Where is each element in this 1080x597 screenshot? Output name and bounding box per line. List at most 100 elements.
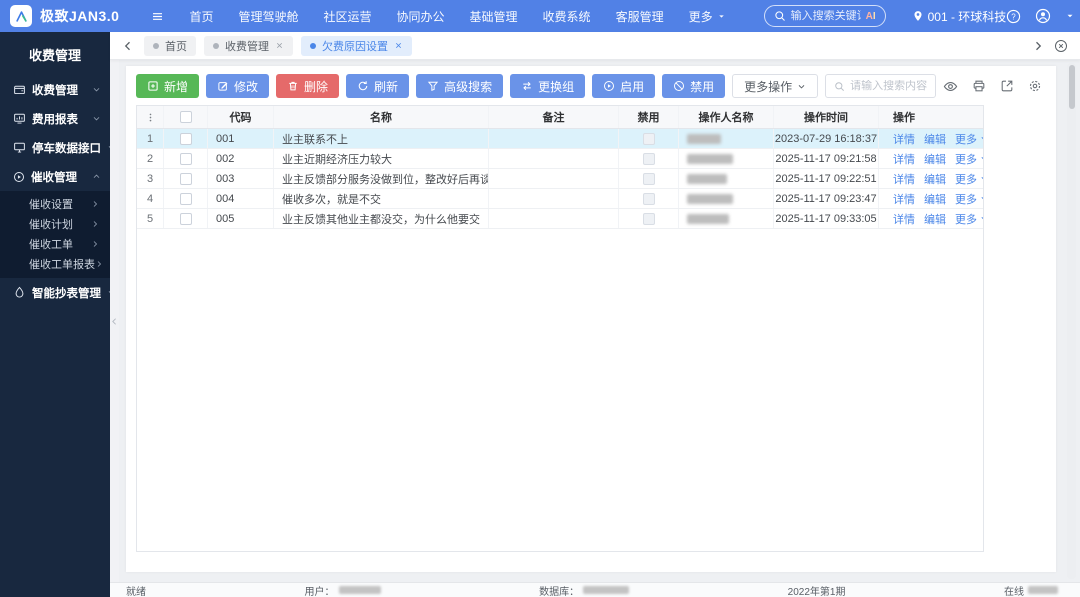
新增-button[interactable]: 新增 [136, 74, 199, 98]
scrollbar-thumb[interactable] [1069, 65, 1075, 109]
user-avatar-icon[interactable] [1035, 8, 1051, 24]
header-cell-action: 操作 [879, 106, 984, 128]
cell-name: 业主反馈部分服务没做到位，整改好后再谈物业费 [274, 169, 489, 188]
app-logo[interactable]: 极致JAN3.0 [10, 5, 119, 27]
sidebar-item[interactable]: 智能抄表管理 [0, 278, 110, 307]
cell-operator [679, 189, 774, 208]
table-row[interactable]: 4004催收多次，就是不交2025-11-17 09:23:47详情编辑更多 [137, 189, 983, 209]
tab-收费管理[interactable]: 收费管理 [204, 36, 293, 56]
row-checkbox[interactable] [180, 213, 192, 225]
启用-button[interactable]: 启用 [592, 74, 655, 98]
eye-icon[interactable] [943, 79, 958, 94]
tabs-scroll-right-button[interactable] [1032, 40, 1044, 52]
recent-menus-icon[interactable] [151, 10, 164, 23]
修改-button[interactable]: 修改 [206, 74, 269, 98]
sidebar-item[interactable]: 催收管理 [0, 162, 110, 191]
tab-close-icon[interactable] [275, 41, 284, 50]
table-search-input[interactable] [850, 80, 927, 92]
禁用-button[interactable]: 禁用 [662, 74, 725, 98]
topbar-menu-item[interactable]: 社区运营 [324, 8, 372, 25]
topbar-menu-item[interactable]: 客服管理 [616, 8, 664, 25]
sidebar-subitem[interactable]: 催收工单 [0, 234, 110, 254]
cell-handle: 4 [137, 189, 164, 208]
edit-link[interactable]: 编辑 [924, 151, 946, 167]
user-menu-caret-icon[interactable] [1065, 11, 1075, 21]
刷新-button[interactable]: 刷新 [346, 74, 409, 98]
sidebar-collapse-handle[interactable] [110, 60, 119, 582]
table-row[interactable]: 1001业主联系不上2023-07-29 16:18:37详情编辑更多 [137, 129, 983, 149]
detail-link[interactable]: 详情 [893, 191, 915, 207]
app-logo-icon [10, 5, 32, 27]
page-panel: 新增修改删除刷新高级搜索更换组启用禁用 更多操作 代码名称备注禁用操作人名称操作… [126, 66, 1056, 572]
table-row[interactable]: 2002业主近期经济压力较大2025-11-17 09:21:58详情编辑更多 [137, 149, 983, 169]
printer-icon[interactable] [972, 79, 986, 94]
sidebar-item[interactable]: 收费管理 [0, 75, 110, 104]
table-row[interactable]: 3003业主反馈部分服务没做到位，整改好后再谈物业费2025-11-17 09:… [137, 169, 983, 189]
topbar-menu-item[interactable]: 协同办公 [397, 8, 445, 25]
status-bar: 就绪 用户： 数据库： 2022年第1期 在线 [110, 582, 1080, 597]
more-link[interactable]: 更多 [955, 151, 984, 167]
column-settings-icon[interactable] [145, 112, 156, 123]
global-search[interactable]: AI [764, 5, 886, 27]
tab-首页[interactable]: 首页 [144, 36, 196, 56]
more-actions-button[interactable]: 更多操作 [732, 74, 818, 98]
sidebar-subitem-label: 催收设置 [29, 196, 91, 212]
button-label: 高级搜索 [444, 78, 492, 95]
cell-name: 催收多次，就是不交 [274, 189, 489, 208]
tabs-scroll-left-button[interactable] [122, 40, 134, 52]
sidebar-item[interactable]: 费用报表 [0, 104, 110, 133]
toolbar-buttons: 新增修改删除刷新 高级搜索 更换组启用禁用 [136, 74, 725, 98]
sidebar-subitem[interactable]: 催收设置 [0, 194, 110, 214]
vertical-scrollbar[interactable] [1067, 63, 1076, 579]
topbar-menu-item[interactable]: 首页 [189, 8, 213, 25]
more-link[interactable]: 更多 [955, 191, 984, 207]
topbar-menu-item[interactable]: 收费系统 [543, 8, 591, 25]
detail-link[interactable]: 详情 [893, 211, 915, 227]
topbar-menu-more[interactable]: 更多 [689, 8, 726, 25]
topbar-menu-item[interactable]: 管理驾驶舱 [238, 8, 298, 25]
more-link[interactable]: 更多 [955, 211, 984, 227]
row-checkbox[interactable] [180, 153, 192, 165]
export-icon[interactable] [1000, 79, 1014, 94]
location-pin-icon [912, 10, 924, 22]
org-selector[interactable]: 001 - 环球科技 [912, 8, 1007, 25]
gear-icon[interactable] [1028, 79, 1042, 94]
help-icon[interactable]: ? [1006, 9, 1021, 24]
detail-link[interactable]: 详情 [893, 171, 915, 187]
more-caret-icon [979, 194, 984, 203]
chevron-right-icon [91, 200, 99, 208]
更换组-button[interactable]: 更换组 [510, 74, 585, 98]
table-row[interactable]: 5005业主反馈其他业主都没交，为什么他要交2025-11-17 09:33:0… [137, 209, 983, 229]
table-search[interactable] [825, 74, 936, 98]
cell-disabled [619, 209, 679, 228]
删除-button[interactable]: 删除 [276, 74, 339, 98]
global-search-input[interactable] [791, 10, 861, 22]
edit-link[interactable]: 编辑 [924, 171, 946, 187]
sidebar-item[interactable]: 停车数据接口 [0, 133, 110, 162]
row-checkbox[interactable] [180, 173, 192, 185]
高级搜索-button[interactable]: 高级搜索 [416, 74, 503, 98]
row-index: 4 [147, 193, 153, 205]
more-link[interactable]: 更多 [955, 131, 984, 147]
redacted-operator-name [687, 154, 733, 164]
edit-link[interactable]: 编辑 [924, 131, 946, 147]
sidebar-subitem[interactable]: 催收工单报表 [0, 254, 110, 274]
cell-disabled [619, 169, 679, 188]
detail-link[interactable]: 详情 [893, 131, 915, 147]
close-all-tabs-button[interactable] [1054, 39, 1068, 53]
select-all-checkbox[interactable] [180, 111, 192, 123]
edit-link[interactable]: 编辑 [924, 211, 946, 227]
tab-close-icon[interactable] [394, 41, 403, 50]
sidebar-subitem[interactable]: 催收计划 [0, 214, 110, 234]
tab-欠费原因设置[interactable]: 欠费原因设置 [301, 36, 412, 56]
more-link[interactable]: 更多 [955, 171, 984, 187]
row-checkbox[interactable] [180, 133, 192, 145]
ai-assistant-icon[interactable]: AI [866, 11, 876, 22]
topbar-menu-item[interactable]: 基础管理 [470, 8, 518, 25]
chevron-down-icon [92, 114, 101, 123]
cell-remark [489, 149, 619, 168]
topbar-actions: ? [1006, 8, 1075, 24]
row-checkbox[interactable] [180, 193, 192, 205]
detail-link[interactable]: 详情 [893, 151, 915, 167]
edit-link[interactable]: 编辑 [924, 191, 946, 207]
